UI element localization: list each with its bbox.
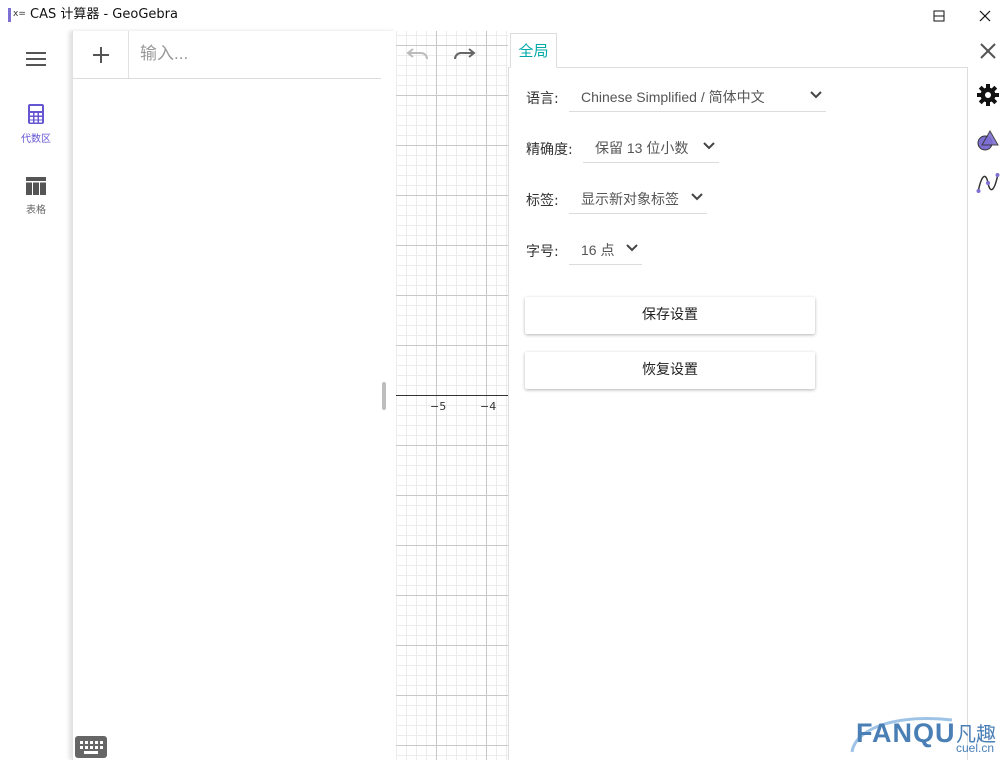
panel-resize-handle[interactable] [382, 382, 386, 410]
right-toolbar [968, 31, 1008, 760]
settings-button[interactable] [975, 82, 1001, 108]
fanqu-watermark-logo: FANQU 凡趣 cuel.cn [842, 712, 1008, 760]
save-settings-button[interactable]: 保存设置 [525, 297, 815, 334]
watermark-main-text: FANQU [856, 718, 956, 748]
calculator-icon [28, 104, 44, 124]
title-bar: x= CAS 计算器 - GeoGebra [0, 0, 1008, 31]
hamburger-icon [26, 52, 46, 66]
plus-icon [92, 46, 109, 63]
language-value: Chinese Simplified / 简体中文 [581, 89, 765, 105]
nav-item-table[interactable]: 表格 [0, 171, 72, 227]
graphics-view[interactable]: −5 −4 [396, 31, 508, 760]
chevron-down-icon [810, 91, 822, 99]
keyboard-button[interactable] [75, 736, 107, 758]
watermark-url-text: cuel.cn [956, 741, 995, 755]
language-label: 语言: [526, 91, 559, 107]
x-tick-label: −5 [430, 400, 447, 413]
close-settings-button[interactable] [975, 38, 1001, 64]
chevron-down-icon [626, 244, 638, 252]
nav-item-algebra-label: 代数区 [21, 134, 51, 145]
save-settings-label: 保存设置 [642, 307, 698, 323]
geogebra-cas-app-icon: x= [8, 8, 26, 22]
tab-global[interactable]: 全局 [510, 33, 557, 68]
window-title: CAS 计算器 - GeoGebra [30, 7, 178, 22]
chevron-down-icon [703, 142, 715, 150]
algebra-panel [72, 31, 396, 760]
nav-item-table-label: 表格 [26, 205, 46, 216]
menu-button[interactable] [20, 47, 52, 71]
graphics-style-button[interactable] [975, 127, 1001, 153]
font-size-value: 16 点 [581, 242, 615, 258]
nav-item-algebra[interactable]: 代数区 [0, 98, 72, 154]
algebra-input-row [73, 31, 381, 79]
left-navigation: 代数区 表格 [0, 31, 72, 760]
chevron-down-icon [691, 193, 703, 201]
maximize-button[interactable] [916, 0, 962, 31]
window-close-button[interactable] [962, 0, 1008, 31]
close-icon [980, 43, 996, 59]
settings-card: 语言: Chinese Simplified / 简体中文 精确度: 保留 13… [508, 67, 968, 760]
x-axis [396, 395, 508, 396]
labeling-dropdown[interactable]: 显示新对象标签 [569, 184, 707, 214]
language-dropdown[interactable]: Chinese Simplified / 简体中文 [569, 82, 826, 112]
restore-settings-button[interactable]: 恢复设置 [525, 352, 815, 389]
precision-value: 保留 13 位小数 [595, 140, 689, 156]
table-icon [26, 177, 46, 195]
tab-global-label: 全局 [518, 42, 549, 60]
redo-icon[interactable] [452, 44, 476, 62]
font-size-label: 字号: [526, 244, 559, 260]
undo-icon[interactable] [406, 44, 430, 62]
precision-label: 精确度: [526, 142, 573, 158]
graph-settings-button[interactable] [975, 170, 1001, 196]
font-size-dropdown[interactable]: 16 点 [569, 235, 642, 265]
gear-icon [977, 84, 999, 106]
restore-settings-label: 恢复设置 [642, 362, 698, 378]
precision-dropdown[interactable]: 保留 13 位小数 [583, 133, 719, 163]
shapes-icon [977, 129, 999, 151]
graph-icon [976, 173, 1000, 193]
labeling-value: 显示新对象标签 [581, 191, 679, 207]
algebra-input[interactable] [140, 42, 370, 66]
settings-panel: 全局 语言: Chinese Simplified / 简体中文 精确度: 保留… [508, 31, 1008, 760]
maximize-icon [933, 10, 945, 21]
window-close-icon [979, 10, 991, 21]
x-tick-label: −4 [480, 400, 497, 413]
labeling-label: 标签: [526, 193, 559, 209]
add-item-button[interactable] [73, 31, 129, 78]
